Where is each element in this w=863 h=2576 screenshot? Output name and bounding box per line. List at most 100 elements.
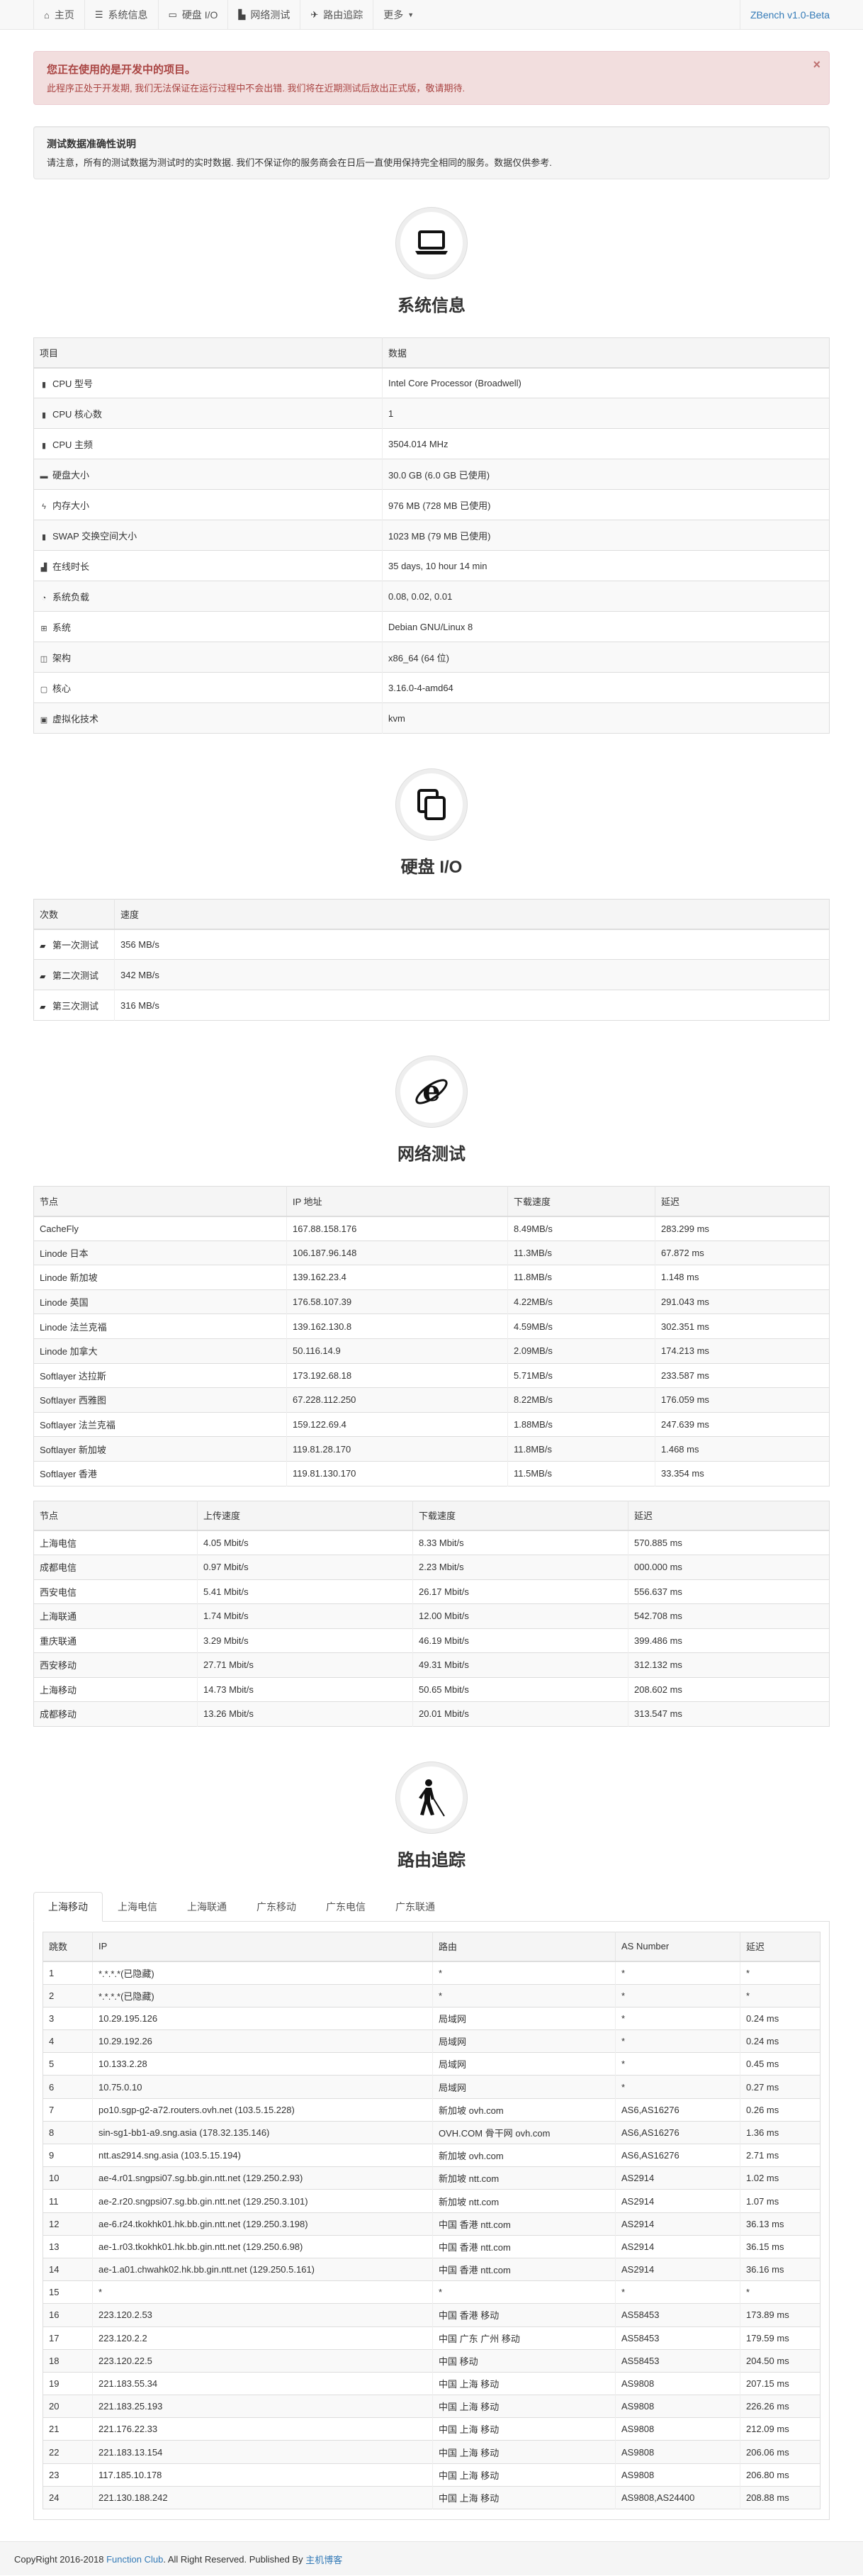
route-hop-row-cell-0: 9 <box>43 2144 93 2167</box>
io-round-cell: ▰ 第一次测试 <box>33 929 115 960</box>
route-hop-row-cell-1: 10.75.0.10 <box>92 2075 433 2099</box>
route-tab-0[interactable]: 上海移动 <box>33 1891 103 1922</box>
intl-speed-row: Linode 加拿大 50.116.14.9 2.09MB/s 174.213 ms <box>33 1338 830 1364</box>
intl-speed-row-cell-2: 5.71MB/s <box>507 1362 655 1388</box>
route-hop-row-cell-3: AS2914 <box>615 2166 740 2190</box>
route-hop-row-cell-1: ae-2.r20.sngpsi07.sg.bb.gin.ntt.net (129… <box>92 2189 433 2213</box>
sysinfo-value-cell: 1 <box>382 398 830 429</box>
route-hop-row-cell-0: 23 <box>43 2463 93 2487</box>
intl-speed-row: Softlayer 新加坡 119.81.28.170 11.8MB/s 1.468 … <box>33 1436 830 1462</box>
intl-speed-row-cell-1: 167.88.158.176 <box>286 1216 508 1241</box>
intl-speed-row-cell-3: 1.148 ms <box>655 1265 830 1290</box>
nav-item-label: 系统信息 <box>108 9 148 21</box>
route-hop-row-cell-2: OVH.COM 骨干网 ovh.com <box>432 2120 616 2144</box>
intl-speed-row-cell-3: 291.043 ms <box>655 1289 830 1314</box>
intl-speed-row-cell-1: 173.192.68.18 <box>286 1362 508 1388</box>
io-col-speed: 速度 <box>114 899 830 930</box>
nav-item-4[interactable]: ✈ 路由追踪 <box>300 0 373 30</box>
nav-item-2[interactable]: ▭ 硬盘 I/O <box>157 0 228 30</box>
monitor-icon: ▭ <box>168 9 177 20</box>
footer-link-host-blog[interactable]: 主机博客 <box>305 2553 342 2566</box>
route-hop-row: 14 ae-1.a01.chwahk02.hk.bb.gin.ntt.net (1… <box>43 2257 820 2281</box>
close-icon[interactable]: × <box>813 57 820 72</box>
plane-icon: ✈ <box>310 9 319 20</box>
route-col-ip: IP <box>92 1932 433 1963</box>
io-round-label: 第一次测试 <box>52 939 99 951</box>
route-tab-2[interactable]: 上海联通 <box>172 1892 242 1922</box>
route-hop-row-cell-3: * <box>615 1983 740 2007</box>
route-hop-row: 16 223.120.2.53 中国 香港 移动 AS58453 173.89 ms <box>43 2303 820 2327</box>
cn-speed-row-cell-0: 西安移动 <box>33 1652 198 1678</box>
sysinfo-value-cell: 30.0 GB (6.0 GB 已使用) <box>382 459 830 490</box>
route-hop-row-cell-2: 局域网 <box>432 2075 616 2099</box>
route-hop-row-cell-0: 18 <box>43 2348 93 2373</box>
cn-speed-row: 上海联通 1.74 Mbit/s 12.00 Mbit/s 542.708 ms <box>33 1603 830 1629</box>
sysinfo-value-cell: Intel Core Processor (Broadwell) <box>382 367 830 398</box>
sysinfo-row: ▟ 在线时长 35 days, 10 hour 14 min <box>33 550 830 581</box>
route-tab-5[interactable]: 广东联通 <box>380 1892 450 1922</box>
cn-speed-row-cell-0: 重庆联通 <box>33 1628 198 1653</box>
footer-link-function-club[interactable]: Function Club <box>106 2554 163 2565</box>
route-hop-row-cell-4: 36.15 ms <box>740 2234 820 2258</box>
intl-speed-row-cell-2: 1.88MB/s <box>507 1411 655 1437</box>
route-hop-row-cell-1: 117.185.10.178 <box>92 2463 433 2487</box>
sysinfo-item-cell: ◔ 系统负载 <box>33 581 383 612</box>
route-hop-row-cell-0: 21 <box>43 2417 93 2441</box>
route-hop-row-cell-4: 0.24 ms <box>740 2006 820 2030</box>
route-hop-row: 2 *.*.*.*(已隐藏) * * * <box>43 1983 820 2007</box>
sysinfo-item-label: SWAP 交换空间大小 <box>52 530 137 542</box>
sysinfo-value-cell: 3504.014 MHz <box>382 428 830 459</box>
intl-speed-row-cell-2: 11.8MB/s <box>507 1265 655 1290</box>
windows-icon: ⊞ <box>40 624 47 633</box>
sysinfo-item-label: CPU 型号 <box>52 378 94 389</box>
route-hop-row-cell-4: 206.06 ms <box>740 2440 820 2464</box>
intl-col-latency: 延迟 <box>655 1186 830 1217</box>
route-hop-row-cell-3: AS9808 <box>615 2371 740 2395</box>
cn-speed-row: 成都移动 13.26 Mbit/s 20.01 Mbit/s 313.547 ms <box>33 1701 830 1727</box>
route-hop-row-cell-0: 10 <box>43 2166 93 2190</box>
io-header: 硬盘 I/O <box>33 769 830 878</box>
route-hop-row-cell-2: 新加坡 ntt.com <box>432 2189 616 2213</box>
io-row: ▰ 第三次测试 316 MB/s <box>33 990 830 1021</box>
route-hop-row-cell-2: 中国 香港 ntt.com <box>432 2234 616 2258</box>
nav-more-dropdown[interactable]: 更多 ▼ <box>373 0 424 30</box>
cn-speed-row: 上海移动 14.73 Mbit/s 50.65 Mbit/s 208.602 ms <box>33 1676 830 1702</box>
nav-item-1[interactable]: ☰ 系统信息 <box>84 0 158 30</box>
home-icon: ⌂ <box>44 9 50 21</box>
intl-speed-row-cell-1: 176.58.107.39 <box>286 1289 508 1314</box>
intl-speed-row: CacheFly 167.88.158.176 8.49MB/s 283.299 ms <box>33 1216 830 1241</box>
cn-speed-row-cell-2: 12.00 Mbit/s <box>412 1603 628 1629</box>
route-hop-row-cell-3: * <box>615 2006 740 2030</box>
route-hop-row-cell-1: ntt.as2914.sng.asia (103.5.15.194) <box>92 2144 433 2167</box>
route-hop-row-cell-4: * <box>740 2280 820 2304</box>
route-hop-row-cell-4: 212.09 ms <box>740 2417 820 2441</box>
sysinfo-item-label: 虚拟化技术 <box>52 713 99 724</box>
route-hop-row: 18 223.120.22.5 中国 移动 AS58453 204.50 ms <box>43 2348 820 2373</box>
route-hop-row: 17 223.120.2.2 中国 广东 广州 移动 AS58453 179.59 ms <box>43 2326 820 2350</box>
route-hop-row-cell-3: AS6,AS16276 <box>615 2144 740 2167</box>
io-col-round: 次数 <box>33 899 115 930</box>
route-tab-3[interactable]: 广东移动 <box>242 1892 311 1922</box>
folder-icon: ▰ <box>40 941 46 951</box>
route-tab-4[interactable]: 广东电信 <box>311 1892 380 1922</box>
intl-speed-row: Softlayer 达拉斯 173.192.68.18 5.71MB/s 233.58… <box>33 1362 830 1388</box>
route-tab-1[interactable]: 上海电信 <box>103 1892 172 1922</box>
sysinfo-item-label: 硬盘大小 <box>52 469 90 481</box>
cn-speed-row-cell-1: 27.71 Mbit/s <box>197 1652 413 1678</box>
route-hop-row-cell-4: 206.80 ms <box>740 2463 820 2487</box>
cn-speed-row-cell-0: 西安电信 <box>33 1579 198 1604</box>
cn-speed-row-cell-3: 000.000 ms <box>628 1555 830 1580</box>
nav-item-0[interactable]: ⌂ 主页 <box>33 0 84 30</box>
sysinfo-item-label: 在线时长 <box>52 561 90 572</box>
hdd-icon: ▬ <box>40 471 48 481</box>
brand-version[interactable]: ZBench v1.0-Beta <box>739 0 830 30</box>
route-hop-row-cell-3: AS9808 <box>615 2395 740 2418</box>
cn-speed-row: 西安电信 5.41 Mbit/s 26.17 Mbit/s 556.637 ms <box>33 1579 830 1604</box>
nav-item-3[interactable]: ▙ 网络测试 <box>227 0 300 30</box>
intl-speed-row: Linode 新加坡 139.162.23.4 11.8MB/s 1.148 ms <box>33 1265 830 1290</box>
intl-speed-row-cell-3: 174.213 ms <box>655 1338 830 1364</box>
route-hop-row-cell-3: * <box>615 2052 740 2076</box>
sysinfo-item-cell: ▮ CPU 主频 <box>33 428 383 459</box>
sysinfo-item-cell: ▬ 硬盘大小 <box>33 459 383 490</box>
route-hop-row-cell-4: 173.89 ms <box>740 2303 820 2327</box>
